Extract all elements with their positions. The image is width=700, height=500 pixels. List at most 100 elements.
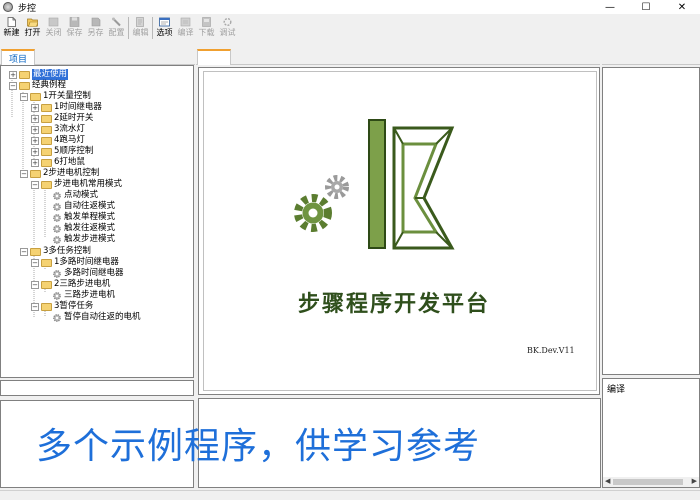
close-button[interactable]: ✕ bbox=[664, 0, 700, 14]
gear-file-icon bbox=[53, 202, 61, 211]
folder-icon bbox=[41, 180, 52, 189]
tree-item-multi-timer[interactable]: 多路时间继电器 bbox=[52, 268, 124, 279]
collapse-icon[interactable]: − bbox=[20, 169, 28, 178]
collapse-icon[interactable]: − bbox=[31, 258, 39, 267]
right-tabstrip bbox=[602, 49, 700, 65]
tree-item-flowing-light[interactable]: + 3流水灯 bbox=[31, 124, 85, 135]
folder-icon bbox=[19, 81, 30, 90]
save-as-icon bbox=[91, 17, 101, 27]
tree-item-pause-task-folder[interactable]: − 3暂停任务 bbox=[31, 301, 93, 312]
tree-item-three-stepper-folder[interactable]: − 2三路步进电机 bbox=[31, 279, 110, 290]
save-button[interactable]: 保存 bbox=[64, 15, 85, 41]
collapse-icon[interactable]: − bbox=[20, 92, 28, 101]
folder-icon bbox=[41, 158, 52, 167]
save-button-label: 保存 bbox=[66, 28, 83, 37]
open-button[interactable]: 打开 bbox=[22, 15, 43, 41]
tree-item-jog-mode[interactable]: 点动模式 bbox=[52, 190, 98, 201]
tree-item-trigger-step[interactable]: 触发步进模式 bbox=[52, 234, 115, 245]
collapse-icon[interactable]: − bbox=[20, 247, 28, 256]
folder-icon bbox=[30, 92, 41, 101]
close-file-button[interactable]: 关闭 bbox=[43, 15, 64, 41]
options-button-label: 选项 bbox=[156, 28, 173, 37]
window-controls: — ☐ ✕ bbox=[592, 0, 700, 14]
title-bar: 步控 — ☐ ✕ bbox=[0, 0, 700, 14]
collapse-icon[interactable]: − bbox=[9, 81, 17, 90]
save-as-button[interactable]: 另存 bbox=[85, 15, 106, 41]
collapse-icon[interactable]: − bbox=[31, 280, 39, 289]
edit-button[interactable]: 编辑 bbox=[130, 15, 151, 41]
tree-item-label: 触发步进模式 bbox=[64, 234, 116, 244]
folder-icon bbox=[41, 258, 52, 267]
tree-item-multitask[interactable]: − 3多任务控制 bbox=[20, 246, 91, 257]
config-button-label: 配置 bbox=[108, 28, 125, 37]
tree-item-marquee-light[interactable]: + 4跑马灯 bbox=[31, 135, 85, 146]
config-button[interactable]: 配置 bbox=[106, 15, 127, 41]
tree-item-sequence-control[interactable]: + 5顺序控制 bbox=[31, 146, 93, 157]
collapse-icon[interactable]: − bbox=[31, 302, 39, 311]
scroll-left-icon[interactable]: ◀ bbox=[605, 477, 610, 485]
promo-banner: 多个示例程序，供学习参考 bbox=[36, 426, 481, 467]
new-button[interactable]: 新建 bbox=[1, 15, 22, 41]
tree-item-timer-relay[interactable]: + 1时间继电器 bbox=[31, 102, 102, 113]
folder-icon bbox=[30, 247, 41, 256]
tree-item-delay-switch[interactable]: + 2延时开关 bbox=[31, 113, 93, 124]
tree-item-label: 多路时间继电器 bbox=[64, 268, 124, 278]
tree-item-classic[interactable]: − 经典例程 bbox=[9, 80, 66, 91]
editor-tabstrip bbox=[196, 49, 600, 65]
toolbar-separator bbox=[152, 17, 153, 39]
tree-item-switch-control[interactable]: − 1开关量控制 bbox=[20, 91, 91, 102]
expand-icon[interactable]: + bbox=[31, 136, 39, 145]
download-button[interactable]: 下载 bbox=[196, 15, 217, 41]
tree-item-multi-timer-folder[interactable]: − 1多路时间继电器 bbox=[31, 257, 119, 268]
tab-editor[interactable] bbox=[197, 49, 231, 65]
compile-icon bbox=[180, 17, 191, 27]
tree-item-recent[interactable]: + 最近使用 bbox=[9, 69, 69, 80]
horizontal-scrollbar[interactable]: ◀ ▶ bbox=[603, 477, 699, 487]
gear-file-icon bbox=[53, 213, 61, 222]
save-as-button-label: 另存 bbox=[87, 28, 104, 37]
debug-button[interactable]: 调试 bbox=[217, 15, 238, 41]
expand-icon[interactable]: + bbox=[31, 103, 39, 112]
tree-item-auto-reciprocate[interactable]: 自动往返模式 bbox=[52, 201, 115, 212]
expand-icon[interactable]: + bbox=[31, 125, 39, 134]
tree-item-trigger-reciprocate[interactable]: 触发往返模式 bbox=[52, 223, 115, 234]
tree-item-label: 1开关量控制 bbox=[43, 91, 91, 101]
compile-pane: 编译 bbox=[602, 378, 700, 488]
project-tree[interactable]: + 最近使用 − 经典例程 − 1开关量控制 + 1时间继电器 + 2延时开关 … bbox=[0, 65, 194, 378]
expand-icon[interactable]: + bbox=[31, 158, 39, 167]
tree-item-stepper-modes[interactable]: − 步进电机常用模式 bbox=[31, 179, 122, 190]
scroll-right-icon[interactable]: ▶ bbox=[692, 477, 697, 485]
tree-item-label: 3流水灯 bbox=[54, 124, 85, 134]
options-button[interactable]: 选项 bbox=[154, 15, 175, 41]
new-button-label: 新建 bbox=[3, 28, 20, 37]
tab-project[interactable]: 项目 bbox=[1, 49, 35, 65]
new-file-icon bbox=[7, 17, 16, 27]
minimize-button[interactable]: — bbox=[592, 0, 628, 14]
right-properties-pane bbox=[602, 67, 700, 375]
folder-icon bbox=[41, 147, 52, 156]
expand-icon[interactable]: + bbox=[9, 70, 17, 79]
expand-icon[interactable]: + bbox=[31, 114, 39, 123]
compile-button[interactable]: 编译 bbox=[175, 15, 196, 41]
tree-item-pause-motor[interactable]: 暂停自动往返的电机 bbox=[52, 312, 141, 323]
maximize-button[interactable]: ☐ bbox=[628, 0, 664, 14]
splash-panel: 步骤程序开发平台 BK.Dev.V11 bbox=[203, 71, 597, 391]
collapse-icon[interactable]: − bbox=[31, 180, 39, 189]
version-label: BK.Dev.V11 bbox=[527, 346, 575, 355]
left-info-field[interactable] bbox=[0, 380, 194, 396]
app-icon bbox=[3, 2, 13, 12]
folder-icon bbox=[30, 169, 41, 178]
edit-button-label: 编辑 bbox=[132, 28, 149, 37]
tree-item-label: 5顺序控制 bbox=[54, 146, 94, 156]
tree-item-label: 1多路时间继电器 bbox=[54, 257, 119, 267]
expand-icon[interactable]: + bbox=[31, 147, 39, 156]
tree-item-stepper-control[interactable]: − 2步进电机控制 bbox=[20, 168, 99, 179]
open-button-label: 打开 bbox=[24, 28, 41, 37]
tree-item-three-stepper[interactable]: 三路步进电机 bbox=[52, 290, 115, 301]
brand-title: 步骤程序开发平台 bbox=[298, 291, 491, 317]
tree-item-trigger-single[interactable]: 触发单程模式 bbox=[52, 212, 115, 223]
tree-item-label: 2三路步进电机 bbox=[54, 279, 111, 289]
debug-button-label: 调试 bbox=[219, 28, 236, 37]
scrollbar-thumb[interactable] bbox=[613, 479, 683, 485]
tree-item-whack-a-mole[interactable]: + 6打地鼠 bbox=[31, 157, 85, 168]
